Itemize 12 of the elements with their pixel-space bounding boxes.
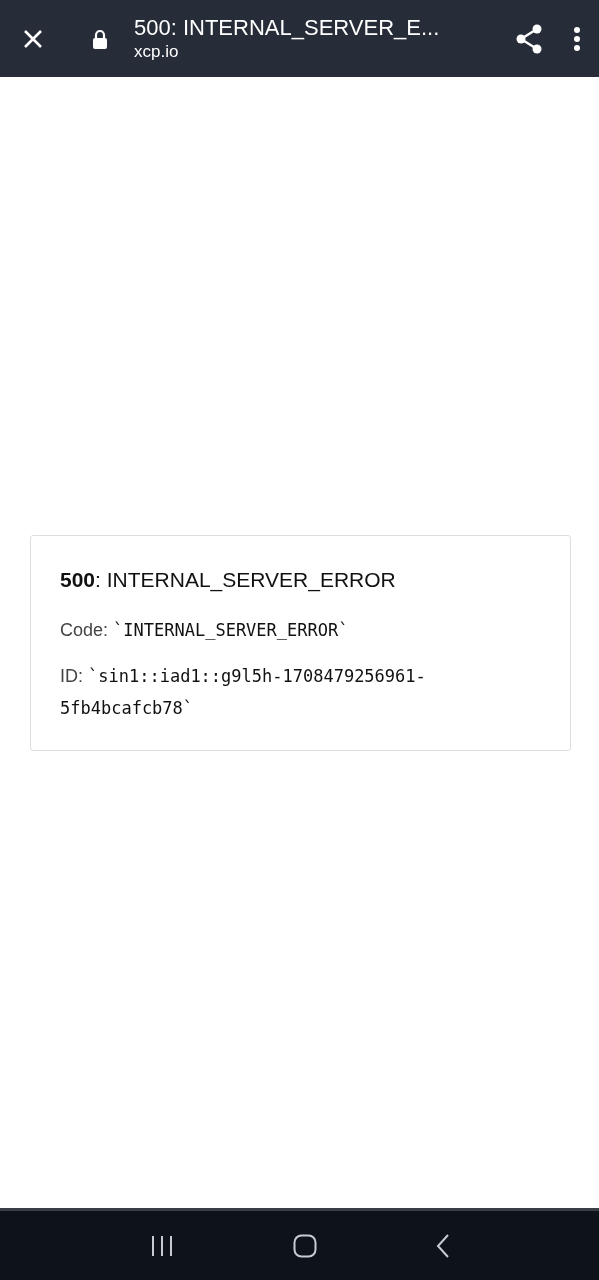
more-options-icon[interactable] [573,26,581,51]
page-url: xcp.io [134,40,180,63]
error-detail-line: ID: `sin1::iad1::g9l5h-1708479256961-5fb4bcafcb78` [60,665,427,720]
share-icon[interactable] [515,23,543,54]
home-icon[interactable] [292,1233,317,1258]
close-icon[interactable] [22,27,44,50]
back-icon[interactable] [435,1233,450,1258]
error-heading: 500: INTERNAL_SERVER_ERROR [60,568,397,592]
recent-apps-icon[interactable] [149,1234,174,1257]
error-detail-line: Code: `INTERNAL_SERVER_ERROR` [60,619,350,642]
lock-icon [92,28,108,49]
page-title: 500: INTERNAL_SERVER_E... [134,14,441,41]
